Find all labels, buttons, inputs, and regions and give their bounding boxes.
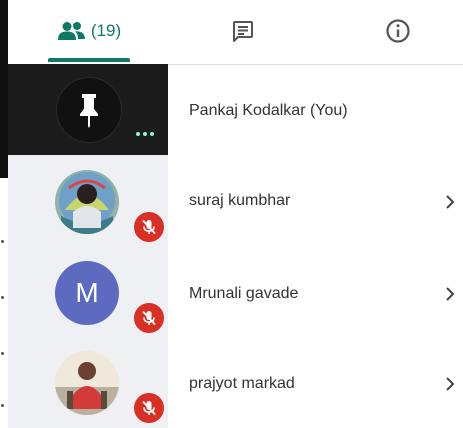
more-options-icon[interactable] (136, 132, 154, 136)
chevron-right-icon[interactable] (444, 194, 456, 210)
tab-people[interactable]: (19) (48, 0, 130, 62)
chevron-right-icon[interactable] (444, 286, 456, 302)
participant-name: Pankaj Kodalkar (You) (189, 102, 348, 119)
background-dot (1, 404, 4, 407)
mic-off-icon (132, 391, 166, 425)
pin-icon (80, 94, 98, 128)
avatar (55, 170, 119, 234)
mic-off-icon (132, 210, 166, 244)
avatar-letter: M (75, 277, 99, 308)
active-tab-indicator (48, 58, 130, 62)
mic-off-icon (132, 301, 166, 335)
avatar-photo (55, 170, 119, 234)
chevron-right-icon[interactable] (444, 376, 456, 392)
participant-row[interactable]: M Mrunali gavade (8, 246, 463, 338)
participants-panel: (19) Pankaj Kodalkar (You) suraj kumbhar… (8, 0, 463, 428)
participant-name: prajyot markad (189, 375, 295, 392)
participant-row-you[interactable]: Pankaj Kodalkar (You) (8, 64, 463, 155)
participant-count: (19) (90, 21, 122, 40)
participant-name: Mrunali gavade (189, 285, 299, 302)
participant-row[interactable]: suraj kumbhar (8, 155, 463, 246)
tab-chat[interactable] (213, 0, 273, 62)
panel-tabs: (19) (8, 0, 463, 65)
background-dot (1, 296, 4, 299)
avatar (56, 77, 122, 143)
info-icon (386, 19, 410, 43)
chat-icon (233, 21, 253, 42)
avatar: M (55, 261, 119, 325)
background-dot (1, 240, 4, 243)
people-icon (57, 22, 85, 40)
background-dot (1, 352, 4, 355)
tab-info[interactable] (368, 0, 428, 62)
participant-name: suraj kumbhar (189, 192, 291, 209)
avatar-photo (55, 351, 119, 415)
avatar (55, 351, 119, 415)
participant-row[interactable]: prajyot markad (8, 338, 463, 428)
